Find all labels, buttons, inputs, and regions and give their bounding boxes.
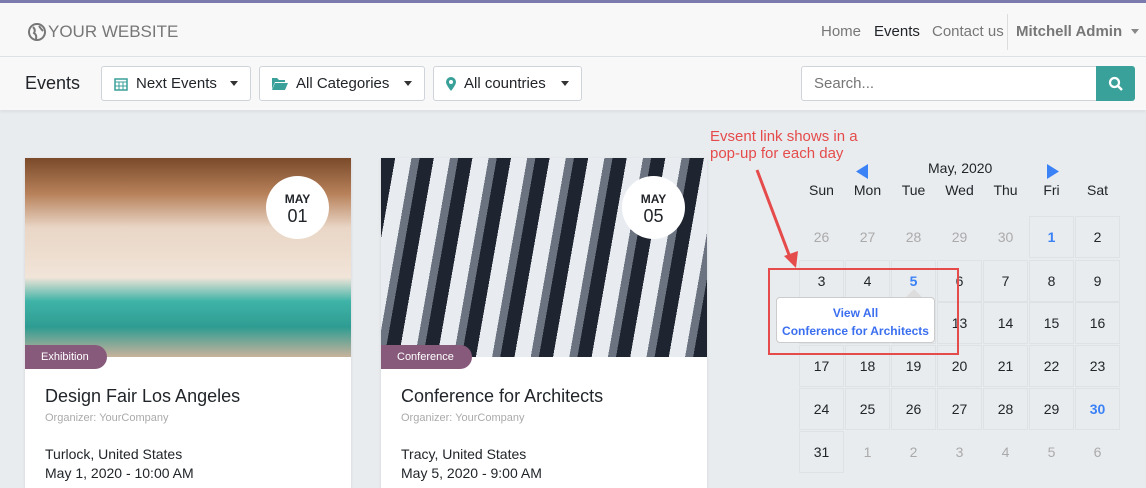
event-organizer: Organizer: YourCompany: [45, 412, 169, 424]
calendar-day[interactable]: 16: [1075, 302, 1120, 344]
annotation: Evsent link shows in a pop-up for each d…: [710, 128, 858, 162]
user-menu[interactable]: Mitchell Admin: [1016, 23, 1140, 40]
country-filter-label: All countries: [464, 75, 546, 92]
calendar-day[interactable]: 28: [891, 216, 936, 258]
nav-home[interactable]: Home: [821, 23, 861, 40]
day-events-popup: View All Conference for Architects: [776, 297, 935, 343]
calendar-day[interactable]: 31: [799, 431, 844, 473]
weekday-header: Mon: [853, 182, 882, 198]
calendar-day[interactable]: 15: [1029, 302, 1074, 344]
nav-events[interactable]: Events: [874, 23, 920, 40]
event-card[interactable]: MAY 01 Exhibition Design Fair Los Angeles…: [25, 158, 351, 488]
event-title[interactable]: Design Fair Los Angeles: [45, 386, 240, 407]
calendar-day[interactable]: 28: [983, 388, 1028, 430]
calendar-day[interactable]: 22: [1029, 345, 1074, 387]
date-filter-label: Next Events: [136, 75, 217, 92]
event-card[interactable]: MAY 05 Conference Conference for Architec…: [381, 158, 707, 488]
calendar-day[interactable]: 14: [983, 302, 1028, 344]
folder-open-icon: [272, 78, 288, 90]
event-datetime: May 1, 2020 - 10:00 AM: [45, 465, 194, 481]
event-month: MAY: [640, 192, 667, 206]
date-filter-dropdown[interactable]: Next Events: [101, 66, 251, 101]
country-filter-dropdown[interactable]: All countries: [433, 66, 582, 101]
date-badge: MAY 05: [622, 176, 685, 239]
calendar-day[interactable]: 26: [891, 388, 936, 430]
calendar-day[interactable]: 4: [983, 431, 1028, 473]
calendar-day[interactable]: 23: [1075, 345, 1120, 387]
event-datetime: May 5, 2020 - 9:00 AM: [401, 465, 542, 481]
user-name: Mitchell Admin: [1016, 23, 1123, 40]
weekday-header: Wed: [945, 182, 974, 198]
calendar-day[interactable]: 2: [1075, 216, 1120, 258]
caret-down-icon: [561, 81, 569, 86]
weekday-header: Tue: [901, 182, 926, 198]
event-title[interactable]: Conference for Architects: [401, 386, 603, 407]
calendar-day[interactable]: 1: [1029, 216, 1074, 258]
category-badge: Exhibition: [25, 345, 107, 369]
category-filter-label: All Categories: [296, 75, 390, 92]
event-location: Turlock, United States: [45, 446, 183, 462]
event-month: MAY: [284, 192, 311, 206]
search-button[interactable]: [1096, 66, 1135, 101]
calendar-day[interactable]: 24: [799, 388, 844, 430]
event-day: 01: [287, 206, 308, 226]
popup-event-link[interactable]: Conference for Architects: [777, 322, 934, 340]
calendar-day[interactable]: 2: [891, 431, 936, 473]
weekday-header: Fri: [1043, 182, 1060, 198]
calendar-day[interactable]: 8: [1029, 260, 1074, 302]
nav-contact[interactable]: Contact us: [932, 23, 1004, 40]
caret-down-icon: [230, 81, 238, 86]
logo-text: YOUR WEBSITE: [48, 22, 179, 41]
page-title: Events: [25, 73, 81, 93]
calendar-icon: [114, 77, 128, 91]
search-icon: [1108, 76, 1123, 91]
calendar-day[interactable]: 3: [937, 431, 982, 473]
globe-icon: [28, 23, 46, 41]
calendar-day[interactable]: 30: [1075, 388, 1120, 430]
calendar-day[interactable]: 9: [1075, 260, 1120, 302]
event-day: 05: [643, 206, 664, 226]
calendar-day[interactable]: 1: [845, 431, 890, 473]
calendar-day[interactable]: 5: [1029, 431, 1074, 473]
caret-down-icon: [404, 81, 412, 86]
category-filter-dropdown[interactable]: All Categories: [259, 66, 425, 101]
map-marker-icon: [446, 76, 456, 91]
calendar-day[interactable]: 21: [983, 345, 1028, 387]
weekday-header: Sat: [1086, 182, 1108, 198]
caret-down-icon: [1131, 29, 1140, 34]
calendar-day[interactable]: 6: [1075, 431, 1120, 473]
calendar-day[interactable]: 29: [1029, 388, 1074, 430]
calendar-day[interactable]: 25: [845, 388, 890, 430]
weekday-header: Thu: [993, 182, 1018, 198]
calendar-day[interactable]: 27: [845, 216, 890, 258]
nav-divider: [1007, 14, 1008, 50]
category-badge: Conference: [381, 345, 472, 369]
view-all-link[interactable]: View All: [777, 304, 934, 322]
calendar-day[interactable]: 7: [983, 260, 1028, 302]
event-location: Tracy, United States: [401, 446, 527, 462]
calendar-day[interactable]: 27: [937, 388, 982, 430]
navbar: YOUR WEBSITE Home Events Contact us Mitc…: [0, 3, 1146, 57]
calendar-day[interactable]: 29: [937, 216, 982, 258]
search-input[interactable]: [801, 66, 1097, 101]
calendar-day[interactable]: 30: [983, 216, 1028, 258]
site-logo[interactable]: YOUR WEBSITE: [28, 22, 178, 42]
date-badge: MAY 01: [266, 176, 329, 239]
event-organizer: Organizer: YourCompany: [401, 412, 525, 424]
annotation-arrow: [755, 169, 798, 268]
